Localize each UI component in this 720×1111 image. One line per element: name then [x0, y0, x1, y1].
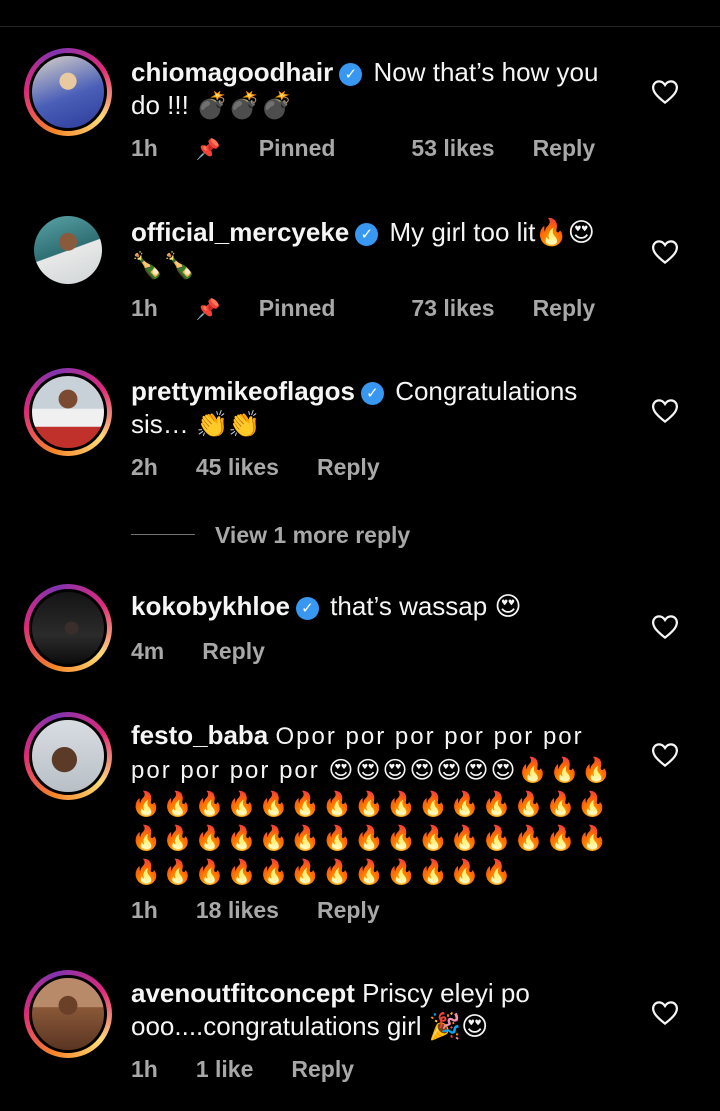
pin-icon: 📌	[195, 299, 221, 321]
comment-username: avenoutfitconcept	[131, 978, 355, 1008]
comment-text: that’s wassap 😍	[330, 591, 522, 621]
heart-icon[interactable]	[650, 77, 680, 107]
comment-time: 2h	[131, 454, 158, 480]
avatar[interactable]	[24, 368, 112, 456]
comment-time: 1h	[131, 897, 158, 923]
pin-icon: 📌	[195, 139, 221, 161]
verified-badge-icon: ✓	[295, 597, 319, 620]
heart-icon[interactable]	[650, 237, 680, 267]
comment-likes[interactable]: 53 likes	[411, 135, 494, 161]
reply-button[interactable]: Reply	[317, 897, 380, 923]
view-more-divider	[131, 534, 195, 535]
avatar[interactable]	[24, 712, 112, 800]
pinned-label: 📌 Pinned	[195, 135, 336, 161]
comment-username[interactable]: kokobykhloe	[131, 591, 290, 621]
top-divider	[0, 26, 720, 27]
view-more-label[interactable]: View 1 more reply	[215, 522, 410, 549]
comment-likes[interactable]: 1 like	[196, 1056, 254, 1082]
avatar[interactable]	[24, 970, 112, 1058]
heart-icon[interactable]	[650, 396, 680, 426]
comment-time: 1h	[131, 1056, 158, 1082]
verified-badge-icon: ✓	[360, 382, 384, 405]
verified-badge-icon: ✓	[339, 63, 363, 86]
comment-likes[interactable]: 45 likes	[196, 454, 279, 480]
verified-badge-icon: ✓	[355, 223, 379, 246]
comment-likes[interactable]: 73 likes	[411, 295, 494, 321]
heart-icon[interactable]	[650, 740, 680, 770]
comment-username[interactable]: chiomagoodhair	[131, 57, 333, 87]
reply-button[interactable]: Reply	[533, 135, 596, 161]
comment-time: 4m	[131, 638, 165, 664]
comment-username[interactable]: festo_baba	[131, 720, 268, 750]
comment-username[interactable]: official_mercyeke	[131, 217, 349, 247]
reply-button[interactable]: Reply	[202, 638, 265, 664]
comment-likes[interactable]: 18 likes	[196, 897, 279, 923]
reply-button[interactable]: Reply	[317, 454, 380, 480]
avatar[interactable]	[24, 206, 112, 294]
avatar[interactable]	[24, 584, 112, 672]
comment-username[interactable]: prettymikeoflagos	[131, 376, 355, 406]
heart-icon[interactable]	[650, 998, 680, 1028]
comment-time: 1h	[131, 135, 158, 161]
pinned-label: 📌 Pinned	[195, 295, 336, 321]
reply-button[interactable]: Reply	[533, 295, 596, 321]
comment-time: 1h	[131, 295, 158, 321]
heart-icon[interactable]	[650, 612, 680, 642]
reply-button[interactable]: Reply	[291, 1056, 354, 1082]
avatar[interactable]	[24, 48, 112, 136]
